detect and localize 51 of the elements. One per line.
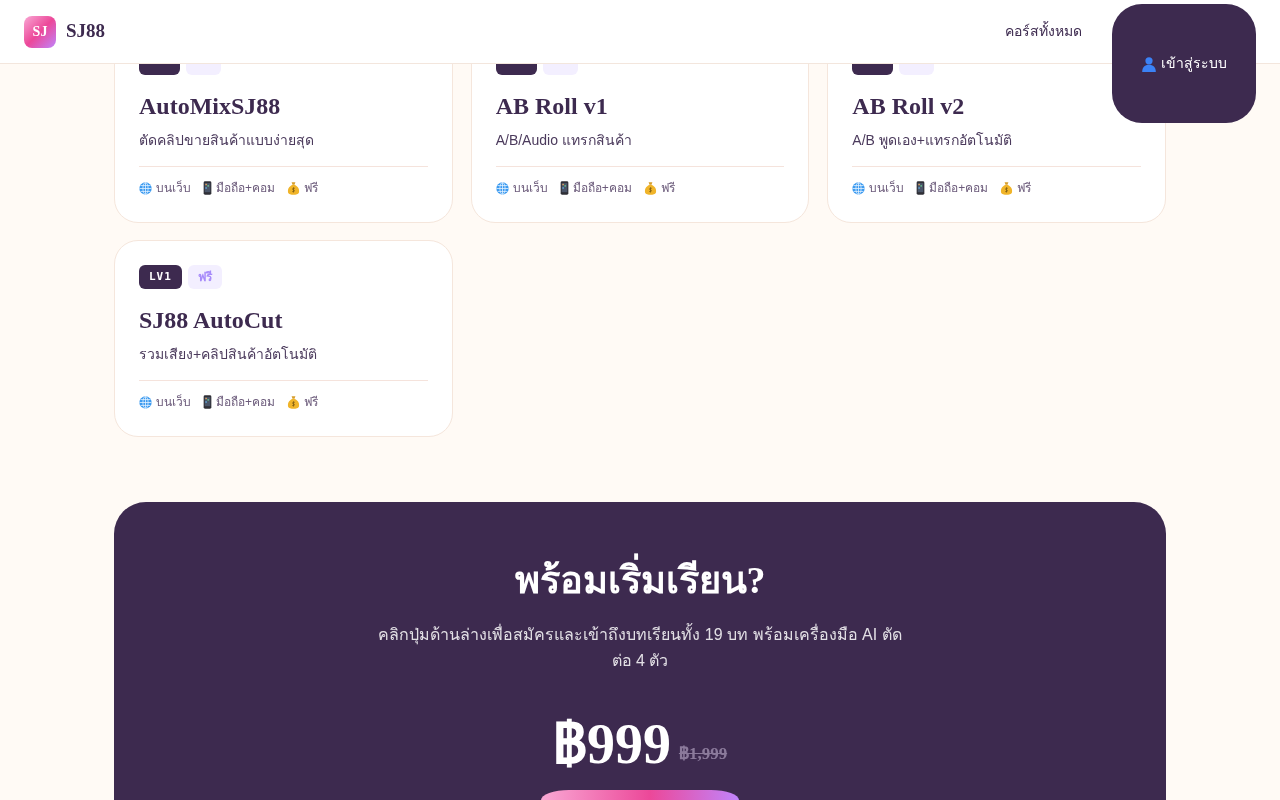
level-badge: LV1 [139, 265, 182, 289]
user-icon [1141, 55, 1157, 72]
meta-label: ฟรี [304, 180, 318, 196]
signup-button[interactable] [541, 790, 739, 800]
course-card[interactable]: AB Roll v1 A/B/Audio แทรกสินค้า บนเว็บ มือถือ+คอม ฟรี [470, 64, 810, 223]
money-bag-icon [287, 181, 300, 195]
phone-icon [203, 395, 212, 409]
banner-subtitle: คลิกปุ่มด้านล่างเพื่อสมัครและเข้าถึงบทเรียนทั้ง 19 บท พร้อมเครื่องมือ AI ตัดต่อ 4 ตัว [370, 622, 910, 674]
nav-link[interactable]: คอร์สทั้งหมด [1005, 21, 1082, 42]
globe-icon [139, 395, 152, 409]
course-title: SJ88 AutoCut [139, 306, 284, 335]
price: ฿999 [552, 712, 671, 776]
course-title: AB Roll v1 [495, 92, 609, 121]
money-bag-icon [287, 395, 300, 409]
globe-icon [495, 181, 509, 195]
price-tag: ฟรี [187, 265, 222, 289]
money-bag-icon [1000, 181, 1014, 195]
meta-label: บนเว็บ [156, 394, 191, 410]
course-title: AB Roll v2 [852, 92, 966, 121]
course-card[interactable]: AutoMixSJ88 ตัดคลิปขายสินค้าแบบง่ายสุด บนเว็บ มือถือ+คอม ฟรี [114, 64, 453, 223]
globe-icon [852, 181, 866, 195]
meta-label: มือถือ+คอม [216, 180, 275, 196]
level-badge-edge [139, 64, 180, 75]
course-card[interactable]: LV1 ฟรี SJ88 AutoCut รวมเสียง+คลิปสินค้าอัตโนมัติ บนเว็บ มือถือ+คอม ฟรี [114, 240, 453, 437]
phone-icon [203, 181, 212, 195]
price-tag-edge [899, 64, 935, 75]
brand-name[interactable]: SJ88 [66, 17, 106, 46]
meta-label: บนเว็บ [156, 180, 191, 196]
course-description: A/B/Audio แทรกสินค้า [495, 131, 633, 150]
course-description: ตัดคลิปขายสินค้าแบบง่ายสุด [139, 131, 315, 150]
meta-label: ฟรี [304, 394, 318, 410]
level-badge-edge [852, 64, 894, 75]
phone-icon [916, 181, 926, 195]
meta-label: บนเว็บ [869, 180, 905, 196]
globe-icon [139, 181, 152, 195]
meta-label: มือถือ+คอม [216, 394, 275, 410]
course-description: รวมเสียง+คลิปสินค้าอัตโนมัติ [139, 345, 319, 364]
meta-label: มือถือ+คอม [929, 180, 989, 196]
course-description: A/B พูดเอง+แทรกอัตโนมัติ [852, 131, 1013, 150]
course-title: AutoMixSJ88 [139, 92, 282, 121]
phone-icon [559, 181, 569, 195]
level-badge-edge [495, 64, 537, 75]
meta-label: ฟรี [1017, 180, 1032, 196]
original-price: ฿1,999 [678, 743, 728, 765]
price-tag-edge [542, 64, 578, 75]
meta-label: มือถือ+คอม [572, 180, 632, 196]
login-button[interactable]: เข้าสู่ระบบ [1112, 4, 1256, 123]
meta-label: บนเว็บ [512, 180, 548, 196]
price-tag-edge [186, 64, 221, 75]
meta-label: ฟรี [660, 180, 675, 196]
money-bag-icon [643, 181, 657, 195]
